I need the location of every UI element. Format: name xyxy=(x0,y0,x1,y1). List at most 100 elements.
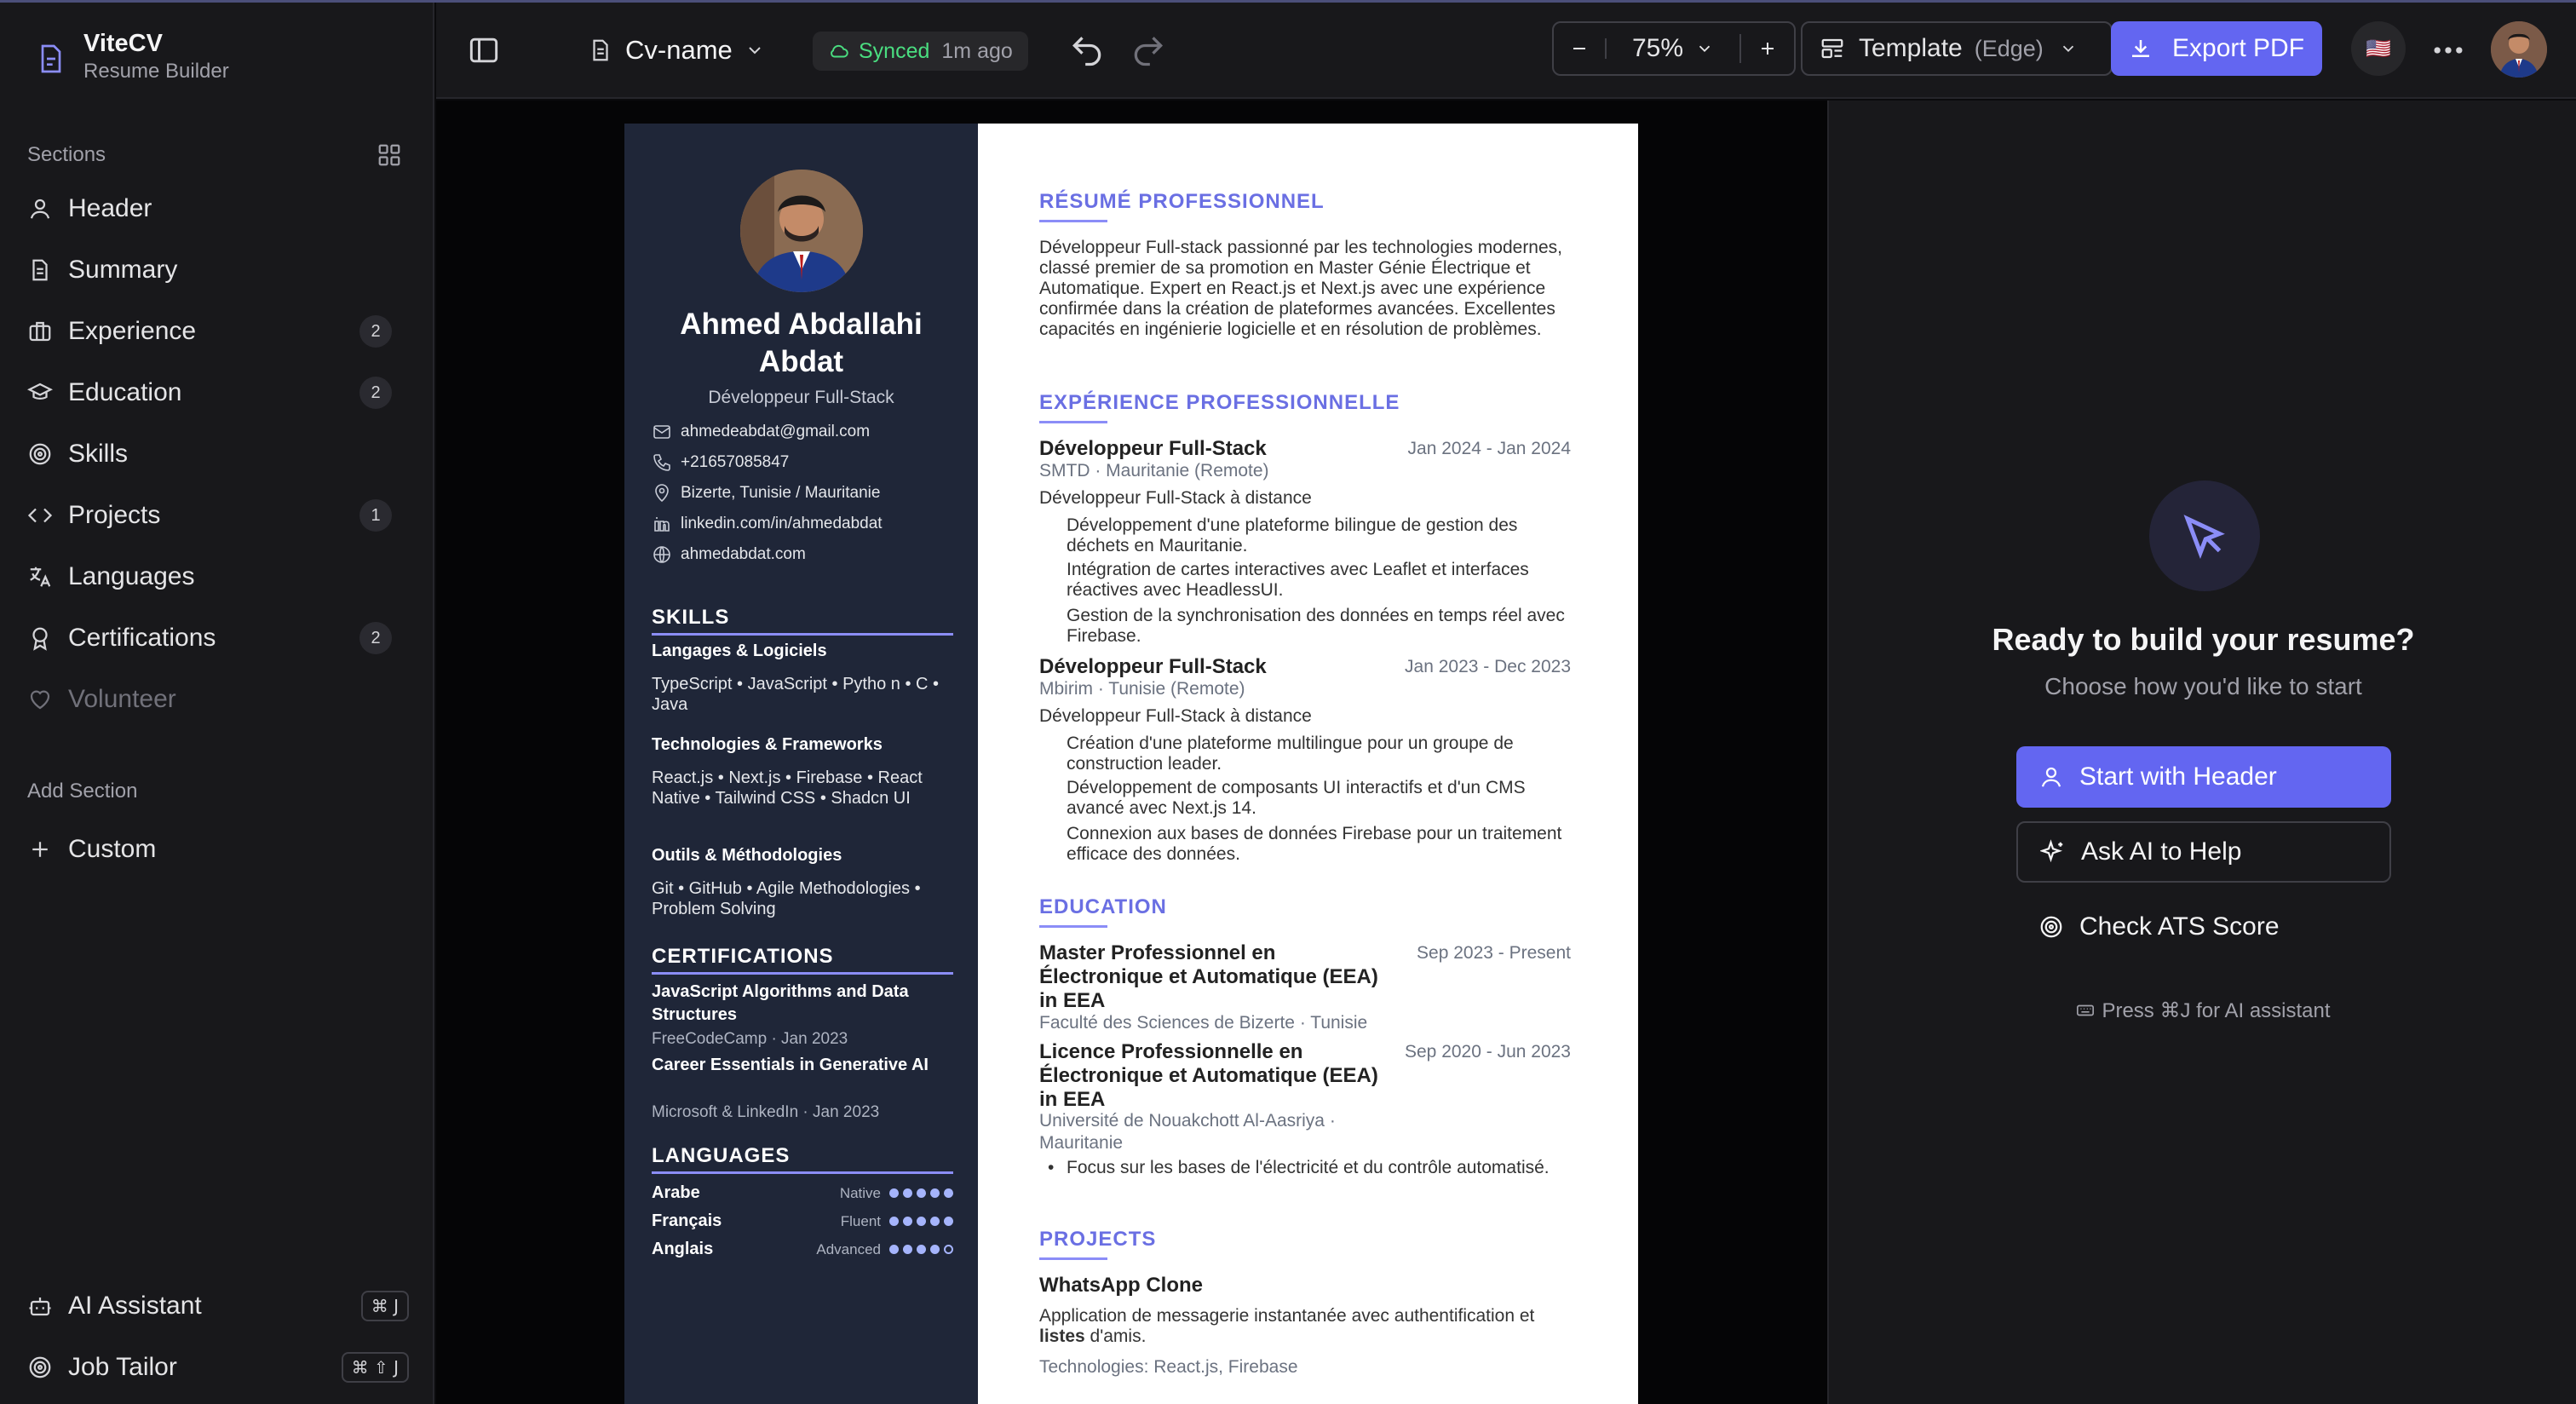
contact-location-text: Bizerte, Tunisie / Mauritanie xyxy=(681,484,881,502)
sidebar-item-projects[interactable]: Projects 1 xyxy=(17,485,392,546)
more-horizontal-icon xyxy=(2434,47,2463,54)
plus-icon xyxy=(1762,43,1774,55)
job-type: Développeur Full-Stack à distance xyxy=(1039,488,1312,508)
certification-meta: Microsoft & LinkedIn · Jan 2023 xyxy=(652,1103,880,1121)
sidebar-toggle-icon xyxy=(469,37,498,63)
skill-group-title: Langages & Logiciels xyxy=(652,642,827,660)
sparkles-icon xyxy=(2040,839,2063,863)
brand[interactable]: ViteCV Resume Builder xyxy=(34,28,229,84)
zoom-level-dropdown[interactable]: 75% xyxy=(1607,34,1741,63)
degree-dates: Sep 2023 - Present xyxy=(1417,943,1571,963)
language-level: Advanced xyxy=(816,1240,881,1257)
bullet-dot: • xyxy=(1048,1158,1055,1177)
resume-name: Ahmed Abdallahi Abdat xyxy=(680,308,923,378)
undo-icon xyxy=(1072,37,1101,66)
target-icon xyxy=(29,1356,51,1378)
add-custom-section-button[interactable]: Custom xyxy=(17,819,392,880)
sidebar-item-experience[interactable]: Experience 2 xyxy=(17,301,392,362)
job-company: Mbirim · Tunisie (Remote) xyxy=(1039,679,1245,699)
ask-ai-button[interactable]: Ask AI to Help xyxy=(2016,821,2391,883)
project-name: WhatsApp Clone xyxy=(1039,1274,1203,1297)
rating-dot xyxy=(917,1245,926,1254)
zoom-in-button[interactable] xyxy=(1741,38,1794,59)
undo-button[interactable] xyxy=(1068,32,1106,69)
certification-name: Career Essentials in Generative AI xyxy=(652,1056,929,1074)
language-rating xyxy=(889,1217,953,1226)
project-technologies: Technologies: React.js, Firebase xyxy=(1039,1357,1298,1378)
start-with-header-button[interactable]: Start with Header xyxy=(2016,746,2391,808)
export-pdf-button[interactable]: Export PDF xyxy=(2111,21,2322,76)
tech-list: React.js, Firebase xyxy=(1153,1357,1298,1377)
skill-group-title: Outils & Méthodologies xyxy=(652,846,842,865)
language-row: Français Fluent xyxy=(652,1211,953,1231)
check-ats-button[interactable]: Check ATS Score xyxy=(2016,896,2391,958)
sidebar-item-languages[interactable]: Languages xyxy=(17,546,392,607)
sync-status-text: Synced xyxy=(859,38,930,63)
rating-dot xyxy=(903,1217,912,1226)
grid-layout-icon[interactable] xyxy=(377,142,402,168)
toggle-sidebar-button[interactable] xyxy=(465,32,503,69)
ai-assistant-button[interactable]: AI Assistant ⌘ J xyxy=(17,1275,409,1337)
chevron-down-icon xyxy=(749,47,761,55)
rating-dot xyxy=(889,1245,899,1254)
sidebar-item-summary[interactable]: Summary xyxy=(17,239,392,301)
briefcase-icon xyxy=(29,321,51,342)
degree-school: Université de Nouakchott Al-Aasriya · Ma… xyxy=(1039,1111,1336,1153)
contact-location: Bizerte, Tunisie / Mauritanie xyxy=(652,483,958,503)
summary-text: Développeur Full-stack passionné par les… xyxy=(1039,238,1563,339)
job-bullet: Connexion aux bases de données Firebase … xyxy=(1067,824,1562,864)
redo-button[interactable] xyxy=(1130,32,1167,69)
certifications-heading: CERTIFICATIONS xyxy=(652,945,953,975)
more-options-button[interactable] xyxy=(2429,32,2467,69)
rating-dot xyxy=(889,1217,899,1226)
certification-meta: FreeCodeCamp · Jan 2023 xyxy=(652,1030,848,1048)
plus-icon xyxy=(32,842,48,857)
contact-website-text: ahmedabdat.com xyxy=(681,545,806,563)
resume-preview[interactable]: Ahmed Abdallahi Abdat Développeur Full-S… xyxy=(624,124,1638,1404)
user-avatar[interactable] xyxy=(2491,21,2547,78)
template-dropdown[interactable]: Template (Edge) xyxy=(1801,21,2113,76)
project-desc-bold: listes xyxy=(1039,1326,1085,1346)
sidebar-item-skills[interactable]: Skills xyxy=(17,423,392,485)
zoom-out-button[interactable] xyxy=(1554,38,1607,59)
keyboard-icon xyxy=(2077,1004,2095,1016)
language-level: Native xyxy=(839,1184,881,1201)
contact-email: ahmedeabdat@gmail.com xyxy=(652,422,958,442)
degree-title: Master Professionnel en Électronique et … xyxy=(1039,941,1378,1012)
language-row: Arabe Native xyxy=(652,1183,953,1203)
template-label: Template xyxy=(1859,34,1963,62)
sidebar-item-volunteer[interactable]: Volunteer xyxy=(17,669,392,730)
sections-nav: Header Summary Experience 2 Education 2 … xyxy=(17,178,392,730)
experience-heading: EXPÉRIENCE PROFESSIONNELLE xyxy=(1039,391,1400,423)
user-icon xyxy=(2041,767,2061,787)
sidebar-item-header[interactable]: Header xyxy=(17,178,392,239)
translate-icon xyxy=(30,567,51,587)
award-icon xyxy=(32,627,48,651)
resume-left-column: Ahmed Abdallahi Abdat Développeur Full-S… xyxy=(624,124,978,1404)
document-name-dropdown[interactable]: Cv-name xyxy=(588,28,765,72)
job-tailor-button[interactable]: Job Tailor ⌘ ⇧ J xyxy=(17,1337,409,1398)
degree-school: Faculté des Sciences de Bizerte · Tunisi… xyxy=(1039,1013,1368,1033)
start-label: Start with Header xyxy=(2079,762,2277,791)
degree-title: Licence Professionnelle en Électronique … xyxy=(1039,1040,1378,1111)
sync-time: 1m ago xyxy=(941,38,1013,63)
language-rating xyxy=(889,1188,953,1198)
job-bullet: Intégration de cartes interactives avec … xyxy=(1067,560,1529,600)
count-badge: 1 xyxy=(359,499,392,532)
language-selector[interactable]: 🇺🇸 xyxy=(2351,21,2406,76)
document-name: Cv-name xyxy=(625,35,733,65)
chevron-down-icon xyxy=(1699,45,1711,53)
graduation-cap-icon xyxy=(27,383,53,400)
user-avatar-image xyxy=(2491,21,2547,78)
sidebar-item-education[interactable]: Education 2 xyxy=(17,362,392,423)
redo-icon xyxy=(1134,37,1164,66)
sidebar-item-label: Experience xyxy=(68,317,197,345)
sidebar-item-certifications[interactable]: Certifications 2 xyxy=(17,607,392,669)
language-rating xyxy=(889,1245,953,1254)
user-icon xyxy=(30,199,50,219)
degree-bullet: • Focus sur les bases de l'électricité et… xyxy=(1048,1158,1578,1178)
language-name: Français xyxy=(652,1211,722,1230)
job-bullet: Création d'une plateforme multilingue po… xyxy=(1067,734,1514,774)
projects-heading: PROJECTS xyxy=(1039,1228,1157,1260)
shortcut-badge: ⌘ J xyxy=(360,1291,409,1321)
